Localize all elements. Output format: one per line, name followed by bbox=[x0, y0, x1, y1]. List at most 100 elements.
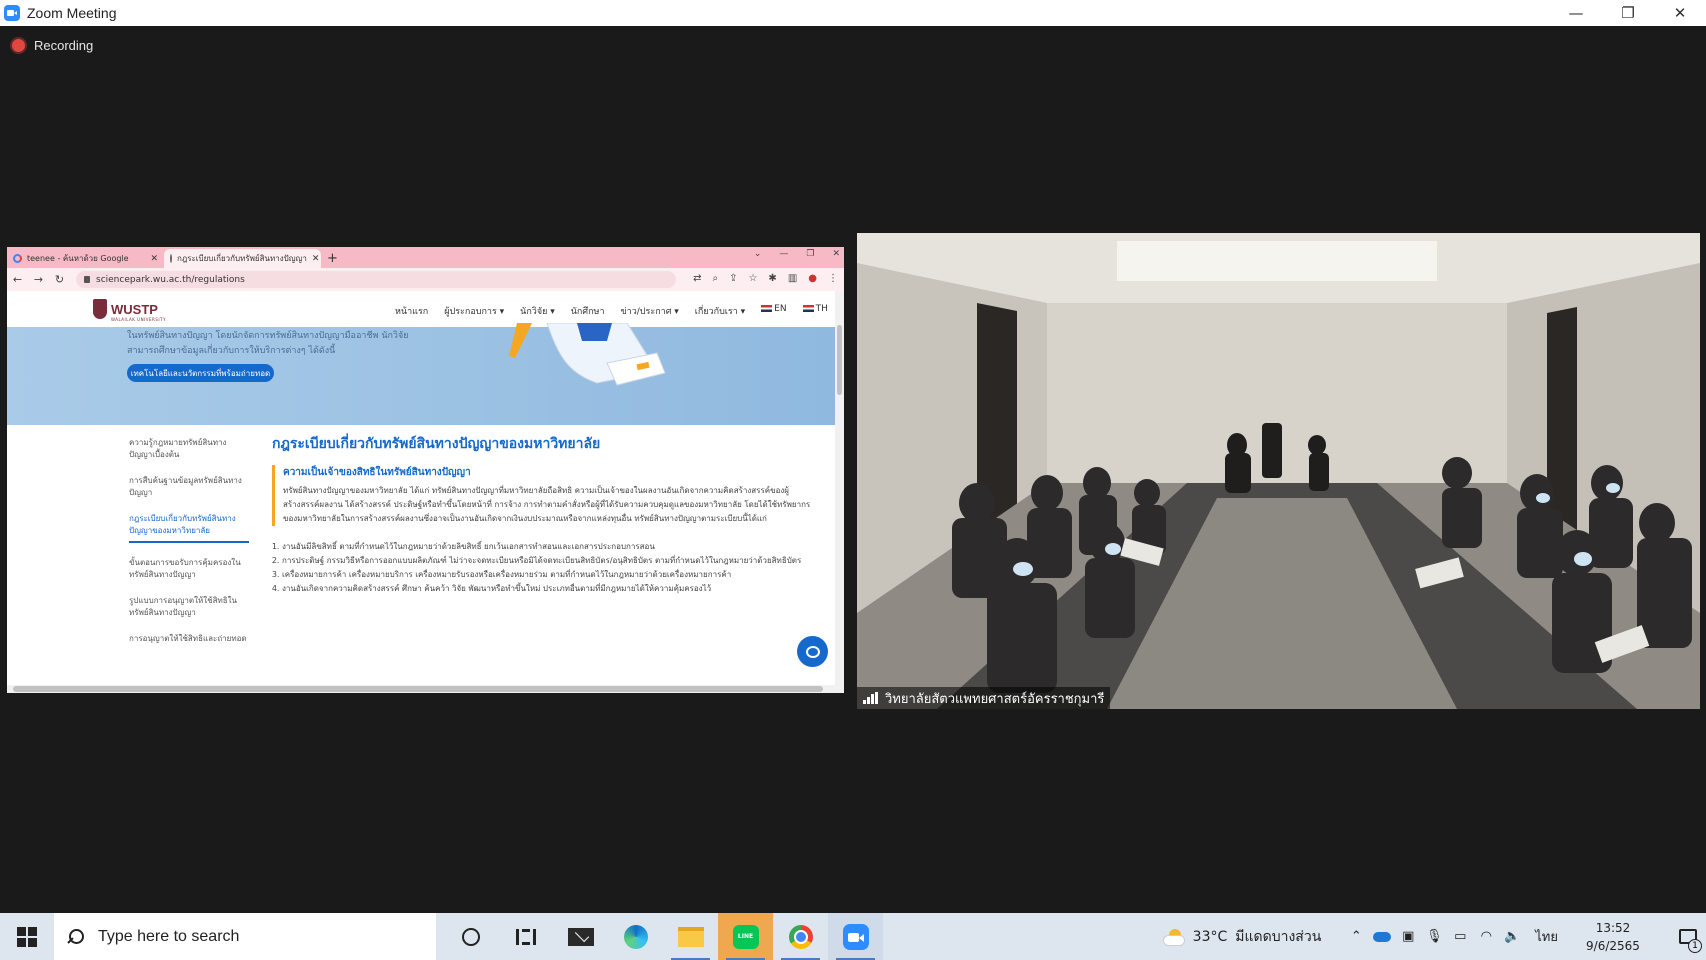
system-tray: 33°C มีแดดบางส่วน ⌃ ▣ 🎙 ▭ ◠ 🔈 ไทย 13:52 … bbox=[1162, 913, 1706, 960]
hero-text: ในทรัพย์สินทางปัญญา โดยนักจัดการทรัพย์สิ… bbox=[127, 331, 409, 356]
menu-item-entrepreneurs[interactable]: ผู้ประกอบการ ▾ bbox=[444, 304, 504, 318]
browser-restore-icon[interactable]: ❐ bbox=[806, 249, 814, 259]
task-view-icon bbox=[515, 928, 536, 945]
tab-close-icon[interactable]: ✕ bbox=[150, 254, 158, 264]
chrome-app-button[interactable] bbox=[773, 913, 828, 960]
hero-cta-button[interactable]: เทคโนโลยีและนวัตกรรมที่พร้อมถ่ายทอด bbox=[127, 364, 274, 382]
vertical-scrollbar[interactable] bbox=[835, 291, 844, 685]
browser-close-icon[interactable]: ✕ bbox=[832, 249, 840, 259]
browser-tab-bar: teenee - ค้นหาด้วย Google ✕ กฎระเบียบเกี… bbox=[7, 247, 844, 268]
site-logo-subtitle: WALAILAK UNIVERSITY bbox=[111, 317, 166, 322]
reload-icon[interactable]: ↻ bbox=[49, 273, 70, 286]
menu-item-researchers[interactable]: นักวิจัย ▾ bbox=[520, 304, 555, 318]
weather-temperature: 33°C bbox=[1192, 928, 1228, 945]
address-bar[interactable]: sciencepark.wu.ac.th/regulations bbox=[76, 271, 676, 288]
browser-tab-google[interactable]: teenee - ค้นหาด้วย Google ✕ bbox=[7, 249, 164, 268]
clock-date: 9/6/2565 bbox=[1586, 938, 1640, 953]
zoom-icon[interactable]: ⌕ bbox=[712, 273, 718, 284]
side-navigation: ความรู้กฎหมายทรัพย์สินทางปัญญาเบื้องต้น … bbox=[129, 437, 249, 659]
star-icon[interactable]: ☆ bbox=[748, 273, 757, 284]
participant-name-tag: วิทยาลัยสัตวแพทยศาสตร์อัครราชกุมารี bbox=[857, 687, 1111, 709]
cortana-icon bbox=[461, 927, 480, 946]
line-app-button[interactable]: LINE bbox=[718, 913, 773, 960]
recording-label: Recording bbox=[34, 38, 94, 53]
recording-dot-icon bbox=[12, 39, 25, 52]
translate-icon[interactable]: ⇄ bbox=[693, 273, 701, 284]
messenger-icon bbox=[805, 645, 820, 658]
tab-close-icon[interactable]: ✕ bbox=[312, 254, 320, 264]
tab-label: กฎระเบียบเกี่ยวกับทรัพย์สินทางปัญญา bbox=[177, 254, 307, 263]
share-icon[interactable]: ⇪ bbox=[729, 273, 737, 284]
notification-center-button[interactable]: 1 bbox=[1670, 913, 1706, 960]
menu-dots-icon[interactable]: ⋮ bbox=[828, 273, 838, 284]
browser-minimize-icon[interactable]: — bbox=[779, 249, 788, 259]
input-language[interactable]: ไทย bbox=[1535, 926, 1558, 947]
webpage-viewport: WUSTP WALAILAK UNIVERSITY หน้าแรก ผู้ประ… bbox=[7, 291, 835, 685]
task-view-button[interactable] bbox=[498, 913, 553, 960]
close-button[interactable]: ✕ bbox=[1654, 0, 1706, 26]
list-item: งานอันมีลิขสิทธิ์ ตามที่กำหนดไว้ในกฎหมาย… bbox=[282, 540, 812, 554]
file-explorer-button[interactable] bbox=[663, 913, 718, 960]
menu-item-home[interactable]: หน้าแรก bbox=[395, 304, 428, 318]
scroll-thumb[interactable] bbox=[13, 686, 823, 692]
google-icon bbox=[13, 254, 22, 263]
side-link-ip-database[interactable]: การสืบค้นฐานข้อมูลทรัพย์สินทางปัญญา bbox=[129, 475, 249, 499]
back-icon[interactable]: ← bbox=[7, 273, 28, 286]
site-logo[interactable]: WUSTP bbox=[111, 302, 158, 317]
sidepanel-icon[interactable]: ▥ bbox=[788, 273, 797, 284]
us-flag-icon bbox=[761, 305, 773, 312]
meet-now-icon[interactable]: ▣ bbox=[1395, 929, 1421, 944]
side-link-protection-steps[interactable]: ขั้นตอนการขอรับการคุ้มครองในทรัพย์สินทาง… bbox=[129, 557, 249, 581]
microphone-icon[interactable]: 🎙 bbox=[1421, 929, 1447, 944]
cortana-button[interactable] bbox=[443, 913, 498, 960]
th-flag-icon bbox=[802, 305, 814, 312]
lang-en[interactable]: EN bbox=[761, 304, 787, 318]
list-item: เครื่องหมายการค้า เครื่องหมายบริการ เครื… bbox=[282, 568, 812, 582]
menu-item-news[interactable]: ข่าว/ประกาศ ▾ bbox=[621, 304, 679, 318]
chevron-up-icon[interactable]: ⌃ bbox=[1343, 929, 1369, 944]
minimize-button[interactable]: — bbox=[1550, 0, 1602, 26]
main-content: กฎระเบียบเกี่ยวกับทรัพย์สินทางปัญญาของมห… bbox=[272, 433, 812, 596]
zoom-title-bar: Zoom Meeting — ❐ ✕ bbox=[0, 0, 1706, 26]
section-subheading: ความเป็นเจ้าของสิทธิในทรัพย์สินทางปัญญา bbox=[283, 467, 471, 478]
browser-toolbar: ← → ↻ sciencepark.wu.ac.th/regulations ⇄… bbox=[7, 268, 844, 291]
side-link-basic-ip-law[interactable]: ความรู้กฎหมายทรัพย์สินทางปัญญาเบื้องต้น bbox=[129, 437, 249, 461]
zoom-app-button[interactable] bbox=[828, 913, 883, 960]
edge-app-button[interactable] bbox=[608, 913, 663, 960]
taskbar-search-box[interactable]: Type here to search bbox=[54, 913, 436, 960]
extensions-icon[interactable]: ✱ bbox=[768, 273, 776, 284]
participant-video[interactable]: วิทยาลัยสัตวแพทยศาสตร์อัครราชกุมารี bbox=[857, 233, 1700, 709]
side-link-regulations[interactable]: กฎระเบียบเกี่ยวกับทรัพย์สินทางปัญญาของมห… bbox=[129, 513, 249, 543]
weather-widget[interactable]: 33°C มีแดดบางส่วน bbox=[1162, 926, 1321, 948]
forward-icon[interactable]: → bbox=[28, 273, 49, 286]
zoom-icon bbox=[842, 923, 869, 950]
battery-icon[interactable]: ▭ bbox=[1447, 929, 1473, 944]
scroll-thumb[interactable] bbox=[837, 325, 842, 395]
tab-search-icon[interactable]: ⌄ bbox=[754, 249, 762, 259]
taskbar-clock[interactable]: 13:52 9/6/2565 bbox=[1574, 919, 1652, 955]
volume-icon[interactable]: 🔈 bbox=[1499, 929, 1525, 944]
section-paragraph: ทรัพย์สินทางปัญญาของมหาวิทยาลัย ได้แก่ ท… bbox=[283, 486, 811, 523]
messenger-chat-button[interactable] bbox=[797, 636, 828, 667]
side-link-licensing-models[interactable]: รูปแบบการอนุญาตให้ใช้สิทธิในทรัพย์สินทาง… bbox=[129, 595, 249, 619]
search-icon bbox=[68, 928, 84, 945]
recording-indicator[interactable]: Recording bbox=[12, 38, 93, 53]
mail-app-button[interactable] bbox=[553, 913, 608, 960]
profile-icon[interactable]: ● bbox=[808, 273, 817, 284]
new-tab-button[interactable]: + bbox=[327, 251, 338, 266]
clock-time: 13:52 bbox=[1595, 920, 1631, 935]
ip-type-list: งานอันมีลิขสิทธิ์ ตามที่กำหนดไว้ในกฎหมาย… bbox=[272, 540, 812, 596]
menu-item-students[interactable]: นักศึกษา bbox=[571, 304, 605, 318]
meeting-room-video-frame bbox=[857, 233, 1700, 709]
wifi-icon[interactable]: ◠ bbox=[1473, 929, 1499, 944]
onedrive-icon[interactable] bbox=[1373, 931, 1392, 942]
partly-sunny-icon bbox=[1162, 928, 1185, 946]
lang-th[interactable]: TH bbox=[802, 304, 828, 318]
side-link-licensing-transfer[interactable]: การอนุญาตให้ใช้สิทธิและถ่ายทอด bbox=[129, 633, 249, 645]
horizontal-scrollbar[interactable] bbox=[7, 685, 844, 693]
browser-tab-regulations[interactable]: กฎระเบียบเกี่ยวกับทรัพย์สินทางปัญญา ✕ bbox=[164, 249, 321, 268]
restore-button[interactable]: ❐ bbox=[1602, 0, 1654, 26]
menu-item-about[interactable]: เกี่ยวกับเรา ▾ bbox=[695, 304, 745, 318]
windows-taskbar: Type here to search LINE 33°C มีแดดบางส่… bbox=[0, 913, 1706, 960]
start-button[interactable] bbox=[0, 913, 54, 960]
